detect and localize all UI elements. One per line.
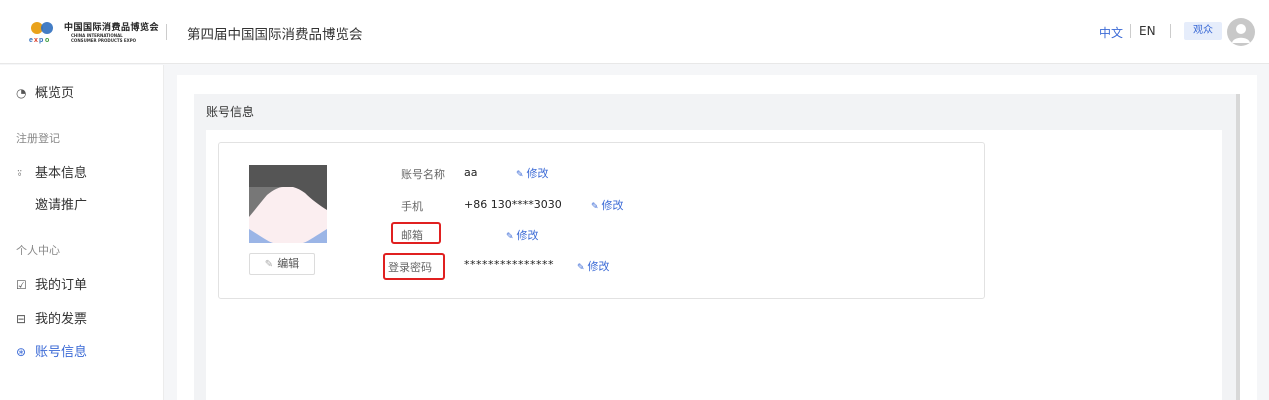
lang-zh-link[interactable]: 中文 bbox=[1099, 24, 1123, 41]
email-label: 邮箱 bbox=[401, 229, 423, 242]
edit-avatar-button[interactable]: ✎ 编辑 bbox=[249, 253, 315, 275]
modify-label: 修改 bbox=[516, 229, 539, 242]
modify-password-link[interactable]: ✎ 修改 bbox=[577, 258, 610, 274]
sidebar-item-label: 我的订单 bbox=[35, 278, 88, 293]
default-avatar-image bbox=[249, 165, 327, 243]
sidebar-item-my-invoices[interactable]: ⊟ 我的发票 bbox=[16, 308, 87, 327]
sidebar-item-label: 基本信息 bbox=[35, 166, 88, 181]
account-circle-icon: ⊛ bbox=[16, 345, 27, 359]
modify-email-link[interactable]: ✎ 修改 bbox=[506, 227, 539, 243]
password-label: 登录密码 bbox=[388, 261, 432, 274]
account-name-value: aa bbox=[464, 166, 478, 179]
phone-label: 手机 bbox=[401, 200, 423, 213]
account-card bbox=[218, 142, 985, 299]
modify-phone-link[interactable]: ✎ 修改 bbox=[591, 197, 624, 213]
edit-icon: ✎ bbox=[516, 170, 524, 180]
lang-en-link[interactable]: EN bbox=[1139, 24, 1156, 38]
sidebar-item-basic-info[interactable]: ⍤ 基本信息 bbox=[16, 162, 87, 181]
expo-logo[interactable]: e x p o 中国国际消费品博览会 CHINA INTERNATIONAL C… bbox=[26, 18, 159, 46]
pie-chart-icon: ◔ bbox=[16, 86, 27, 100]
ticket-icon: ⊟ bbox=[16, 312, 27, 326]
sidebar-group-personal: 个人中心 bbox=[16, 244, 60, 257]
panel-title: 账号信息 bbox=[206, 105, 255, 119]
person-icon: ⍤ bbox=[16, 166, 24, 180]
profile-picture bbox=[249, 165, 327, 243]
sidebar-item-label: 概览页 bbox=[35, 86, 75, 101]
user-avatar[interactable] bbox=[1227, 18, 1255, 46]
sidebar-item-account-info[interactable]: ⊛ 账号信息 bbox=[16, 341, 87, 360]
sidebar-item-label: 邀请推广 bbox=[35, 198, 88, 213]
account-name-label: 账号名称 bbox=[401, 168, 445, 181]
expo-logo-icon: e x p o bbox=[29, 22, 55, 44]
logo-en-line2: CONSUMER PRODUCTS EXPO bbox=[71, 38, 137, 43]
lang-divider bbox=[1170, 24, 1171, 38]
sidebar-item-my-orders[interactable]: ☑ 我的订单 bbox=[16, 274, 87, 293]
password-value: *************** bbox=[464, 258, 554, 271]
sidebar-item-invite[interactable]: 邀请推广 bbox=[35, 194, 87, 213]
role-badge: 观众 bbox=[1184, 22, 1222, 40]
sidebar-group-register: 注册登记 bbox=[16, 132, 60, 145]
edit-icon: ✎ bbox=[577, 263, 585, 273]
header-divider bbox=[166, 24, 167, 40]
edit-icon: ✎ bbox=[506, 232, 514, 242]
top-bar: e x p o 中国国际消费品博览会 CHINA INTERNATIONAL C… bbox=[0, 0, 1269, 64]
sidebar-item-overview[interactable]: ◔ 概览页 bbox=[16, 82, 74, 101]
edit-button-label: 编辑 bbox=[277, 257, 300, 270]
sidebar-item-label: 账号信息 bbox=[35, 345, 88, 360]
clipboard-icon: ☑ bbox=[16, 278, 27, 292]
modify-account-name-link[interactable]: ✎ 修改 bbox=[516, 165, 549, 181]
scrollbar[interactable] bbox=[1236, 94, 1240, 400]
svg-text:p: p bbox=[39, 37, 43, 44]
svg-text:e: e bbox=[29, 37, 33, 44]
site-title: 第四届中国国际消费品博览会 bbox=[187, 27, 363, 43]
edit-icon: ✎ bbox=[264, 259, 274, 270]
modify-label: 修改 bbox=[587, 260, 610, 273]
svg-text:o: o bbox=[45, 37, 49, 44]
modify-label: 修改 bbox=[601, 199, 624, 212]
svg-text:x: x bbox=[34, 37, 38, 44]
lang-divider bbox=[1130, 24, 1131, 38]
sidebar: ◔ 概览页 注册登记 ⍤ 基本信息 邀请推广 个人中心 ☑ 我的订单 ⊟ 我的发票 ⊛ 账… bbox=[0, 65, 164, 400]
sidebar-item-label: 我的发票 bbox=[35, 312, 88, 327]
logo-cn-text: 中国国际消费品博览会 bbox=[64, 23, 160, 33]
modify-label: 修改 bbox=[526, 167, 549, 180]
user-icon bbox=[1232, 24, 1250, 43]
phone-value: +86 130****3030 bbox=[464, 198, 562, 211]
edit-icon: ✎ bbox=[591, 202, 599, 212]
